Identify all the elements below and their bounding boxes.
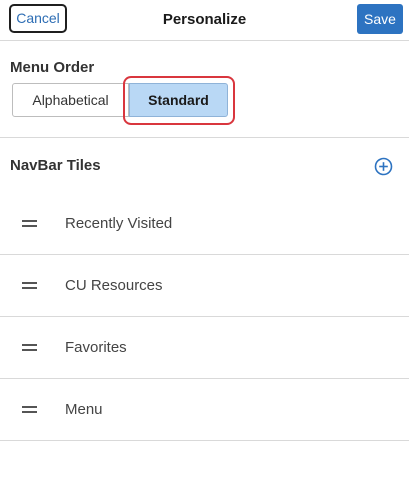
tile-label: Recently Visited <box>65 215 173 232</box>
section-divider <box>0 137 409 138</box>
drag-handle-icon[interactable] <box>22 343 37 352</box>
tile-label: Menu <box>65 401 103 418</box>
tile-label: Favorites <box>65 339 127 356</box>
header-bar: Cancel Personalize Save <box>0 0 409 41</box>
navbar-tiles-heading: NavBar Tiles <box>10 157 101 174</box>
alphabetical-option-button[interactable]: Alphabetical <box>12 83 129 117</box>
tile-row-favorites[interactable]: Favorites <box>0 317 409 379</box>
drag-handle-icon[interactable] <box>22 219 37 228</box>
drag-handle-icon[interactable] <box>22 281 37 290</box>
add-tile-button[interactable] <box>374 157 393 176</box>
standard-option-button[interactable]: Standard <box>129 83 228 117</box>
plus-circle-icon <box>374 157 393 176</box>
tile-label: CU Resources <box>65 277 163 294</box>
tile-row-cu-resources[interactable]: CU Resources <box>0 255 409 317</box>
tile-row-recently-visited[interactable]: Recently Visited <box>0 193 409 255</box>
drag-handle-icon[interactable] <box>22 405 37 414</box>
cancel-button[interactable]: Cancel <box>9 4 67 33</box>
menu-order-heading: Menu Order <box>10 59 95 76</box>
save-button[interactable]: Save <box>357 4 403 34</box>
tile-row-menu[interactable]: Menu <box>0 379 409 441</box>
